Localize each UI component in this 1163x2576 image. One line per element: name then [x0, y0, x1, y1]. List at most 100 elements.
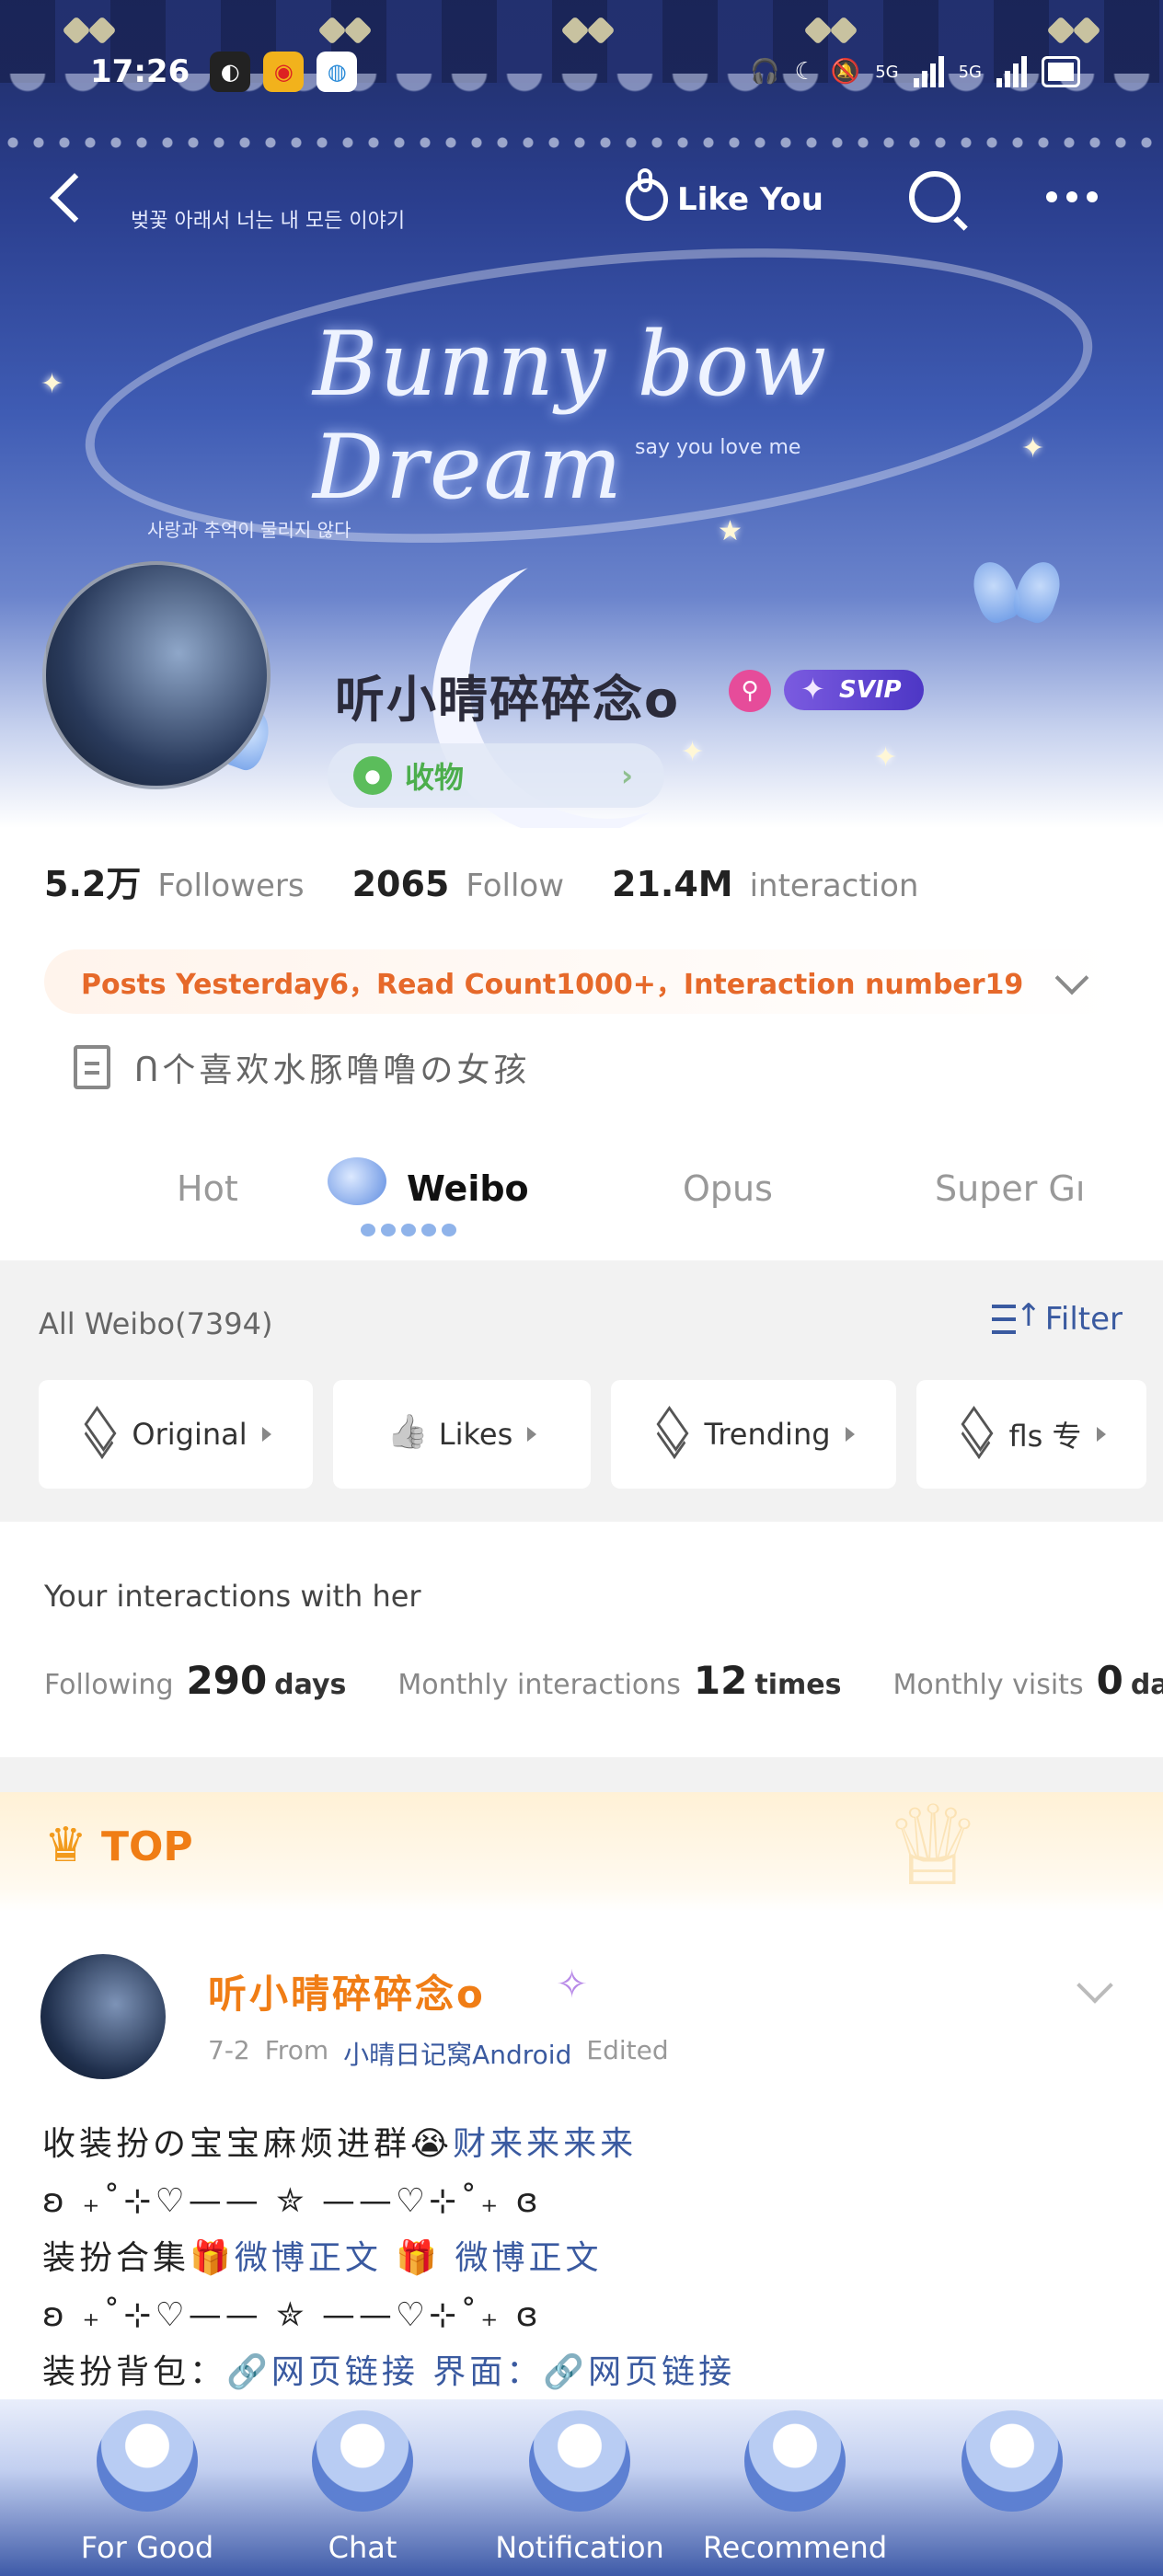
nav-label: For Good	[80, 2530, 214, 2565]
like-you-button[interactable]: Like You	[626, 168, 823, 230]
tab-weibo[interactable]: Weibo	[407, 1168, 529, 1209]
bunny-icon	[626, 168, 668, 221]
profile-stats: 5.2万 Followers 2065 Follow 21.4M interac…	[44, 856, 950, 906]
dnd-icon: ☾	[794, 58, 816, 86]
vip-level-icon[interactable]: ⚲	[729, 670, 771, 712]
monthly-visits-label: Monthly visits	[892, 1669, 1084, 1701]
star-icon: ✦	[681, 736, 705, 768]
layers-icon	[80, 1416, 117, 1453]
layers-icon	[652, 1416, 689, 1453]
interaction-label: interaction	[749, 868, 919, 904]
collection-button[interactable]: ● 收物 ›	[328, 743, 664, 808]
monthly-interactions-value: 12	[693, 1658, 748, 1703]
post-from-label: From	[264, 2035, 329, 2065]
bio-text: ᑎ个喜欢水豚噜噜の女孩	[134, 1052, 531, 1089]
post-body: 收装扮の宝宝麻烦进群😭财来来来来 ʚ ₊˚⊹♡—— ✮ ——♡⊹˚₊ ɞ 装扮合…	[42, 2116, 1128, 2401]
banner-korean-top: 벚꽃 아래서 너는 내 모든 이야기	[131, 210, 406, 233]
post-link[interactable]: 🔗网页链接 界面：🔗网页链接	[226, 2353, 735, 2391]
nav-label: Chat	[328, 2530, 397, 2565]
crown-decoration-icon	[883, 1783, 1031, 1912]
moon-status-icon: ◐	[210, 52, 251, 92]
chat-bubble-icon: ●	[353, 756, 392, 795]
pearl-string	[0, 129, 1163, 156]
post-source[interactable]: 小晴日记窝Android	[343, 2035, 571, 2072]
post-author-avatar[interactable]	[40, 1954, 166, 2079]
followers-label[interactable]: Followers	[157, 868, 304, 904]
chip-fls[interactable]: fls 专	[916, 1380, 1146, 1489]
post-line-text: 装扮合集🎁	[42, 2239, 235, 2277]
layers-icon	[957, 1416, 994, 1453]
tab-super-group[interactable]: Super Gı	[935, 1168, 1085, 1209]
activity-highlight[interactable]: Posts Yesterday6，Read Count1000+，Interac…	[44, 949, 1121, 1014]
post-line: 收装扮の宝宝麻烦进群😭财来来来来	[42, 2116, 1128, 2173]
followers-count[interactable]: 5.2万	[44, 856, 141, 906]
caret-right-icon	[261, 1427, 271, 1442]
interactions-title: Your interactions with her	[44, 1579, 421, 1614]
headphones-icon: 🎧	[750, 58, 780, 86]
banner-korean-bottom: 사랑과 추억이 물리지 않다	[147, 519, 351, 541]
butterfly-icon	[975, 561, 1058, 626]
nav-notification[interactable]: Notification	[478, 2399, 681, 2576]
filter-button[interactable]: Filter	[991, 1297, 1123, 1338]
nav-profile[interactable]	[911, 2399, 1113, 2576]
tab-active-indicator	[361, 1224, 462, 1242]
nav-recommend[interactable]: Recommend	[694, 2399, 896, 2576]
monthly-visits-unit: days	[1130, 1669, 1163, 1701]
back-button[interactable]	[40, 164, 96, 230]
nav-for-good[interactable]: For Good	[46, 2399, 248, 2576]
post-link[interactable]: 财来来来来	[453, 2125, 637, 2163]
following-label[interactable]: Follow	[466, 868, 564, 904]
nav-label: Recommend	[702, 2530, 888, 2565]
chat-icon	[312, 2410, 413, 2512]
caret-right-icon	[845, 1427, 855, 1442]
interactions-panel: Your interactions with her Following 290…	[0, 1522, 1163, 1757]
filter-icon	[991, 1297, 1042, 1338]
chip-original[interactable]: Original	[39, 1380, 313, 1489]
filter-label: Filter	[1044, 1301, 1123, 1338]
top-label: TOP	[44, 1818, 193, 1873]
post-edited: Edited	[586, 2035, 669, 2065]
svip-badge[interactable]: SVIP	[784, 670, 924, 710]
more-options-button[interactable]	[1031, 171, 1113, 223]
star-icon: ✦	[874, 742, 898, 774]
following-days-label: Following	[44, 1669, 174, 1701]
chip-label: Original	[132, 1417, 248, 1452]
recommend-icon	[744, 2410, 846, 2512]
crown-icon	[44, 1818, 92, 1873]
tab-hot[interactable]: Hot	[177, 1168, 238, 1209]
profile-avatar[interactable]	[42, 561, 271, 789]
chip-likes[interactable]: Likes	[333, 1380, 591, 1489]
following-count[interactable]: 2065	[352, 864, 450, 904]
chevron-down-icon[interactable]	[1054, 960, 1089, 995]
mute-icon: 🔕	[830, 58, 861, 86]
star-icon: ✦	[40, 368, 64, 400]
cloud-icon	[328, 1157, 386, 1205]
post-link[interactable]: 微博正文 🎁 微博正文	[235, 2239, 603, 2277]
notification-icon	[529, 2410, 630, 2512]
bottom-navigation: For Good Chat Notification Recommend	[0, 2399, 1163, 2576]
banner-subtitle: say you love me	[635, 436, 801, 459]
chip-label: fls 专	[1008, 1419, 1082, 1454]
like-you-label: Like You	[677, 181, 823, 218]
nav-chat[interactable]: Chat	[261, 2399, 464, 2576]
status-time: 17:26	[90, 53, 190, 90]
post-line-text: 收装扮の宝宝麻烦进群😭	[42, 2125, 454, 2163]
activity-highlight-text: Posts Yesterday6，Read Count1000+，Interac…	[81, 969, 1024, 1001]
interactions-stats: Following 290 days Monthly interactions …	[44, 1658, 1163, 1703]
search-button[interactable]	[909, 171, 961, 223]
following-days-value: 290	[186, 1658, 268, 1703]
post-line-text: ʚ ₊˚⊹♡—— ✮ ——♡⊹˚₊ ɞ	[42, 2296, 542, 2334]
profile-icon	[961, 2410, 1063, 2512]
chevron-down-icon[interactable]	[1077, 1967, 1113, 2004]
svip-star-icon: ✧	[556, 1961, 589, 2007]
content-tabs: Hot Weibo Opus Super Gı	[0, 1132, 1163, 1260]
post-author-name[interactable]: 听小晴碎碎念o	[208, 1963, 486, 2019]
post-line: 装扮合集🎁微博正文 🎁 微博正文	[42, 2230, 1128, 2287]
tab-opus[interactable]: Opus	[683, 1168, 773, 1209]
pinned-post[interactable]: 听小晴碎碎念o ✧ 7-2 From 小晴日记窝Android Edited 收…	[0, 1912, 1163, 2409]
chevron-right-icon: ›	[620, 758, 633, 793]
for-good-icon	[97, 2410, 198, 2512]
chip-trending[interactable]: Trending	[611, 1380, 896, 1489]
interaction-count: 21.4M	[612, 864, 733, 904]
monthly-interactions-unit: times	[754, 1669, 842, 1701]
